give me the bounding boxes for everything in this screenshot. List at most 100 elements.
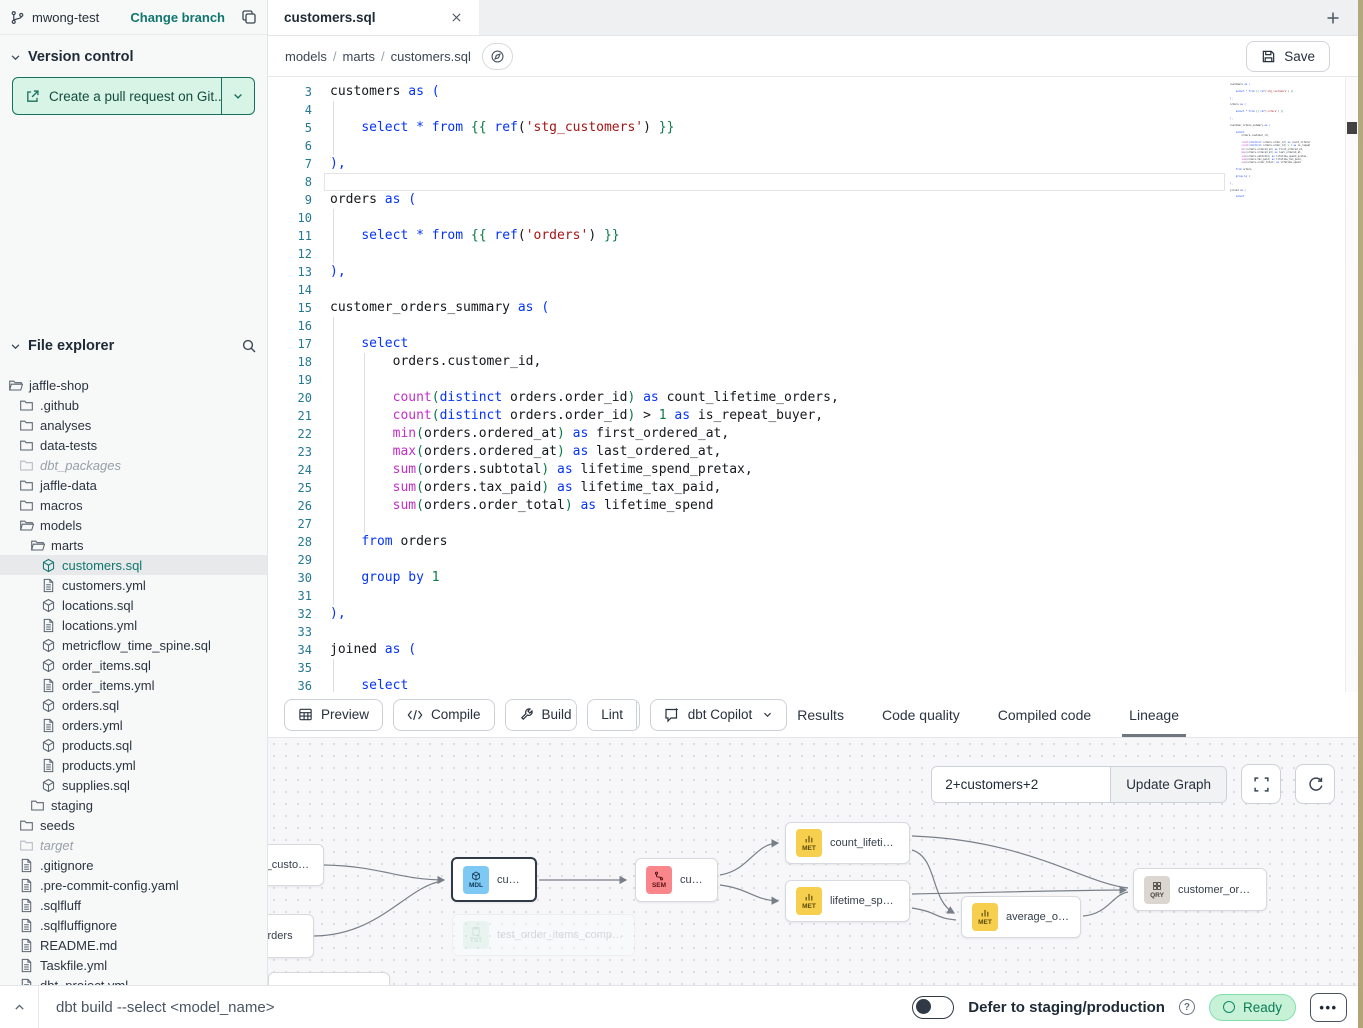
close-icon[interactable] bbox=[450, 11, 463, 24]
navigate-icon[interactable] bbox=[482, 43, 513, 70]
version-control-header[interactable]: Version control bbox=[0, 35, 267, 74]
code-line-34[interactable]: 34joined as ( bbox=[268, 641, 1225, 659]
editor-minimap[interactable]: customers as ( select * from {{ ref('stg… bbox=[1230, 83, 1310, 215]
breadcrumb-item[interactable]: customers.sql bbox=[391, 49, 471, 64]
preview-button[interactable]: Preview bbox=[284, 699, 383, 731]
tree-item-.github[interactable]: .github bbox=[0, 395, 267, 415]
tree-item-models[interactable]: models bbox=[0, 515, 267, 535]
tab-code-quality[interactable]: Code quality bbox=[882, 692, 960, 737]
file-explorer-header[interactable]: File explorer bbox=[0, 331, 267, 361]
fullscreen-button[interactable] bbox=[1241, 764, 1281, 804]
code-editor[interactable]: 3customers as (45 select * from {{ ref('… bbox=[268, 77, 1363, 692]
help-icon[interactable]: ? bbox=[1179, 999, 1195, 1015]
code-line-30[interactable]: 30 group by 1 bbox=[268, 569, 1225, 587]
code-line-19[interactable]: 19 bbox=[268, 371, 1225, 389]
lineage-node-customers_model[interactable]: MDLcustomers bbox=[451, 857, 537, 902]
copy-icon[interactable] bbox=[241, 9, 257, 25]
tree-item-analyses[interactable]: analyses bbox=[0, 415, 267, 435]
code-line-17[interactable]: 17 select bbox=[268, 335, 1225, 353]
build-button[interactable]: Build bbox=[506, 700, 578, 730]
create-pr-button[interactable]: Create a pull request on Git... bbox=[13, 78, 221, 114]
tree-item-jaffle-shop[interactable]: jaffle-shop bbox=[0, 375, 267, 395]
defer-toggle[interactable] bbox=[912, 996, 954, 1019]
code-line-13[interactable]: 13), bbox=[268, 263, 1225, 281]
tab-lineage[interactable]: Lineage bbox=[1129, 692, 1179, 737]
code-line-14[interactable]: 14 bbox=[268, 281, 1225, 299]
code-line-16[interactable]: 16 bbox=[268, 317, 1225, 335]
tab-compiled-code[interactable]: Compiled code bbox=[998, 692, 1091, 737]
tree-item-products.sql[interactable]: products.sql bbox=[0, 735, 267, 755]
tab-customers-sql[interactable]: customers.sql bbox=[268, 0, 480, 35]
code-line-5[interactable]: 5 select * from {{ ref('stg_customers') … bbox=[268, 119, 1225, 137]
code-line-28[interactable]: 28 from orders bbox=[268, 533, 1225, 551]
lint-button[interactable]: Lint bbox=[588, 700, 636, 730]
chevron-up-icon[interactable] bbox=[0, 986, 38, 1028]
tree-item-data-tests[interactable]: data-tests bbox=[0, 435, 267, 455]
breadcrumb-item[interactable]: models bbox=[285, 49, 327, 64]
tree-item-README.md[interactable]: README.md bbox=[0, 935, 267, 955]
tree-item-customers.sql[interactable]: customers.sql bbox=[0, 555, 267, 575]
tree-item-.sqlfluff[interactable]: .sqlfluff bbox=[0, 895, 267, 915]
code-line-7[interactable]: 7), bbox=[268, 155, 1225, 173]
scrollbar-thumb[interactable] bbox=[1347, 122, 1357, 134]
code-line-36[interactable]: 36 select bbox=[268, 677, 1225, 692]
code-lines[interactable]: 3customers as (45 select * from {{ ref('… bbox=[268, 83, 1225, 692]
create-pr-dropdown[interactable] bbox=[221, 78, 254, 114]
code-line-31[interactable]: 31 bbox=[268, 587, 1225, 605]
tree-item-.gitignore[interactable]: .gitignore bbox=[0, 855, 267, 875]
save-button[interactable]: Save bbox=[1246, 41, 1330, 72]
lineage-node-test_order_items[interactable]: TSTtest_order_items_compute_to_bools... bbox=[452, 914, 635, 956]
code-line-27[interactable]: 27 bbox=[268, 515, 1225, 533]
code-line-35[interactable]: 35 bbox=[268, 659, 1225, 677]
tree-item-jaffle-data[interactable]: jaffle-data bbox=[0, 475, 267, 495]
tree-item-marts[interactable]: marts bbox=[0, 535, 267, 555]
tree-item-.sqlfluffignore[interactable]: .sqlfluffignore bbox=[0, 915, 267, 935]
tree-item-supplies.sql[interactable]: supplies.sql bbox=[0, 775, 267, 795]
lineage-node-partial_node[interactable] bbox=[268, 972, 390, 985]
tree-item-macros[interactable]: macros bbox=[0, 495, 267, 515]
lineage-node-customers_semantic[interactable]: SEMcustomers bbox=[635, 858, 718, 902]
editor-scrollbar[interactable] bbox=[1345, 77, 1358, 692]
tree-item-customers.yml[interactable]: customers.yml bbox=[0, 575, 267, 595]
tree-item-Taskfile.yml[interactable]: Taskfile.yml bbox=[0, 955, 267, 975]
tab-results[interactable]: Results bbox=[797, 692, 844, 737]
code-line-20[interactable]: 20 count(distinct orders.order_id) as co… bbox=[268, 389, 1225, 407]
tree-item-orders.yml[interactable]: orders.yml bbox=[0, 715, 267, 735]
code-line-9[interactable]: 9orders as ( bbox=[268, 191, 1225, 209]
code-line-3[interactable]: 3customers as ( bbox=[268, 83, 1225, 101]
code-line-23[interactable]: 23 max(orders.ordered_at) as last_ordere… bbox=[268, 443, 1225, 461]
code-line-11[interactable]: 11 select * from {{ ref('orders') }} bbox=[268, 227, 1225, 245]
lineage-node-average_order_value[interactable]: METaverage_order_value bbox=[961, 896, 1081, 938]
tree-item-order_items.sql[interactable]: order_items.sql bbox=[0, 655, 267, 675]
status-badge[interactable]: Ready bbox=[1209, 994, 1296, 1021]
code-line-15[interactable]: 15customer_orders_summary as ( bbox=[268, 299, 1225, 317]
tree-item-order_items.yml[interactable]: order_items.yml bbox=[0, 675, 267, 695]
code-line-25[interactable]: 25 sum(orders.tax_paid) as lifetime_tax_… bbox=[268, 479, 1225, 497]
refresh-button[interactable] bbox=[1295, 764, 1335, 804]
breadcrumb-item[interactable]: marts bbox=[343, 49, 376, 64]
tree-item-target[interactable]: target bbox=[0, 835, 267, 855]
lineage-panel[interactable]: stg_customersordersMDLcustomersTSTtest_o… bbox=[268, 738, 1363, 985]
tree-item-.pre-commit-config.yaml[interactable]: .pre-commit-config.yaml bbox=[0, 875, 267, 895]
lineage-node-lifetime_spend_pretax[interactable]: METlifetime_spend_pretax bbox=[785, 880, 910, 922]
change-branch-link[interactable]: Change branch bbox=[130, 10, 225, 25]
code-line-33[interactable]: 33 bbox=[268, 623, 1225, 641]
tree-item-metricflow_time_spine.sql[interactable]: metricflow_time_spine.sql bbox=[0, 635, 267, 655]
tree-item-dbt_project.yml[interactable]: dbt_project.yml bbox=[0, 975, 267, 985]
search-icon[interactable] bbox=[241, 338, 257, 354]
tree-item-locations.sql[interactable]: locations.sql bbox=[0, 595, 267, 615]
dbt-command-input[interactable] bbox=[39, 999, 599, 1016]
code-line-4[interactable]: 4 bbox=[268, 101, 1225, 119]
lineage-node-stg_customers[interactable]: stg_customers bbox=[268, 844, 324, 886]
lint-dropdown[interactable] bbox=[636, 700, 640, 730]
update-graph-button[interactable]: Update Graph bbox=[1110, 767, 1226, 802]
new-tab-button[interactable] bbox=[1325, 0, 1341, 36]
tree-item-orders.sql[interactable]: orders.sql bbox=[0, 695, 267, 715]
tree-item-locations.yml[interactable]: locations.yml bbox=[0, 615, 267, 635]
tree-item-staging[interactable]: staging bbox=[0, 795, 267, 815]
code-line-29[interactable]: 29 bbox=[268, 551, 1225, 569]
lineage-selector-input[interactable] bbox=[932, 767, 1110, 802]
more-options-button[interactable]: ••• bbox=[1310, 993, 1347, 1022]
code-line-8[interactable]: 8 bbox=[268, 173, 1225, 191]
lineage-node-customer_order_metrics[interactable]: QRYcustomer_order_metrics bbox=[1133, 868, 1267, 911]
